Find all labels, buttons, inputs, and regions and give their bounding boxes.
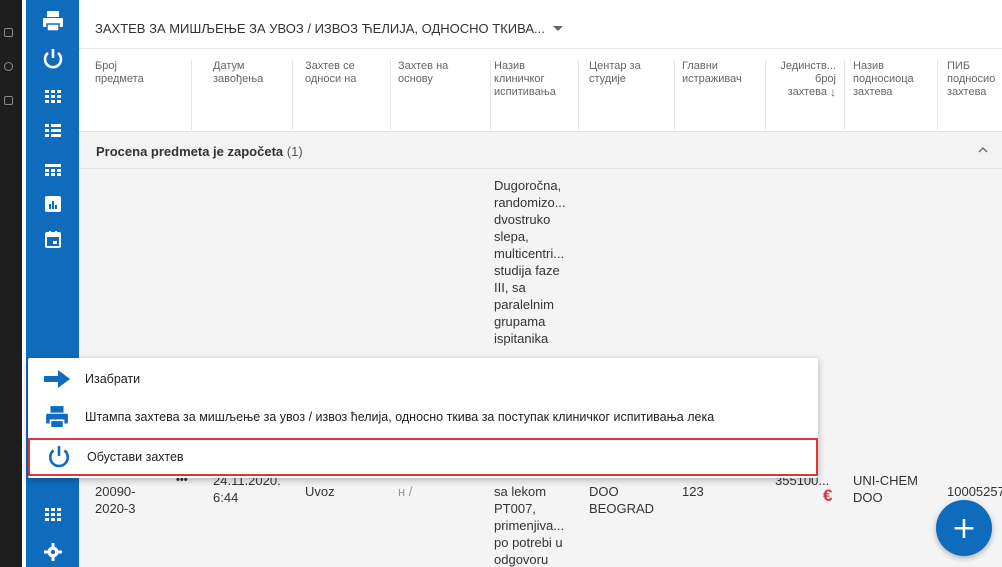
euro-icon: € [823,486,833,505]
column-header[interactable]: Датум завођења [213,60,293,130]
request-basis: н / [398,484,413,499]
arrow-right-icon [28,370,85,388]
study-name-cell: Dugoročna, randomizo... dvostruko slepa,… [494,178,566,346]
column-header[interactable]: Захтев на основу [398,60,491,130]
column-header[interactable]: ПИБ подносио захтева [947,60,1002,130]
column-header[interactable]: Центар за студије [589,60,675,130]
printer-icon [28,405,85,429]
gear-icon[interactable] [26,537,79,567]
list-header: ЗАХТЕВ ЗА МИШЉЕЊЕ ЗА УВОЗ / ИЗВОЗ ЋЕЛИЈА… [79,0,1002,132]
chart-icon[interactable] [26,189,79,219]
divider [79,48,1002,49]
group-count: (1) [286,144,303,159]
relates-to: Uvoz [305,484,335,499]
column-header[interactable]: Јединств... број захтева ↓ [770,60,845,130]
power-icon[interactable] [26,44,79,74]
strip-icon[interactable] [4,28,13,37]
menu-item-label: Штампа захтева за мишљење за увоз / изво… [85,410,715,424]
view-selector[interactable]: ЗАХТЕВ ЗА МИШЉЕЊЕ ЗА УВОЗ / ИЗВОЗ ЋЕЛИЈА… [95,21,563,36]
plus-icon: + [951,510,977,546]
group-title: Procena predmeta je započeta [96,144,284,159]
sort-indicator: захтева ↓ [787,85,836,99]
study-name-lower: sa lekom PT007, primenjiva... po potrebi… [494,484,565,567]
power-icon [30,445,87,469]
principal-investigator: 123 [682,484,704,499]
case-number[interactable]: 20090- 2020-3 [95,483,135,517]
sidebar [26,0,79,567]
arrow-down-icon: ↓ [830,85,836,99]
view-title: ЗАХТЕВ ЗА МИШЉЕЊЕ ЗА УВОЗ / ИЗВОЗ ЋЕЛИЈА… [95,21,545,36]
applicant-name: UNI-CHEM DOO [853,473,918,505]
column-header[interactable]: Главни истраживач [682,60,766,130]
column-header[interactable]: Назив клиничког испитивања [494,60,579,130]
strip-icon[interactable] [4,96,13,105]
chevron-down-icon [552,26,563,31]
menu-item-label: Изабрати [85,372,141,386]
column-header[interactable]: Захтев се односи на [305,60,391,130]
grid-icon[interactable] [26,82,79,112]
calendar-icon[interactable] [26,224,79,254]
group-header[interactable]: Procena predmeta je započeta (1) [79,132,1002,169]
strip-icon[interactable] [4,62,13,71]
apps-icon[interactable] [26,500,79,530]
menu-item-select[interactable]: Изабрати [28,360,818,398]
study-center: DOO BEOGRAD [589,484,655,516]
column-header[interactable]: Назив подносиоца захтева [853,60,938,130]
printer-icon[interactable] [26,6,79,36]
column-header[interactable]: Број предмета [95,60,192,130]
menu-item-suspend[interactable]: Обустави захтев [28,438,818,476]
context-menu: Изабрати Штампа захтева за мишљење за ув… [28,358,818,478]
list-icon[interactable] [26,116,79,146]
applicant-pib: 10005257 [947,484,1002,499]
add-button[interactable]: + [936,500,992,556]
left-app-strip [0,0,22,567]
menu-item-print[interactable]: Штампа захтева за мишљење за увоз / изво… [28,398,818,436]
chevron-up-icon[interactable] [976,143,990,157]
table-icon[interactable] [26,155,79,185]
menu-item-label: Обустави захтев [87,450,184,464]
